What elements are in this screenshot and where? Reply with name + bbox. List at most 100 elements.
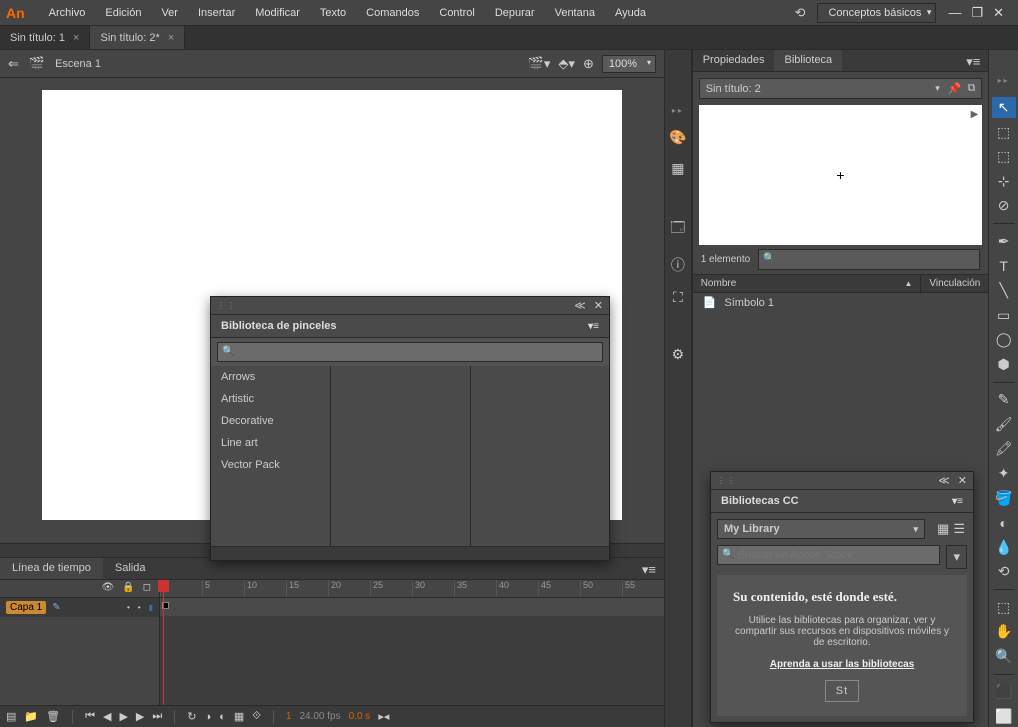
close-icon[interactable]: ✕: [993, 5, 1004, 21]
cc-library-selector[interactable]: My Library ▾: [717, 519, 925, 539]
last-frame-icon[interactable]: ⏭: [152, 710, 162, 723]
document-tab-1[interactable]: Sin título: 1 ×: [0, 26, 90, 49]
transform-icon[interactable]: ⛶: [673, 289, 683, 306]
components-icon[interactable]: ⚙: [672, 346, 685, 363]
menu-edicion[interactable]: Edición: [95, 3, 151, 23]
brush-cat-decorative[interactable]: Decorative: [211, 410, 330, 432]
collapse-icon[interactable]: ≪: [938, 474, 950, 487]
clapperboard-icon[interactable]: 🎬: [29, 56, 45, 72]
ink-bottle-tool[interactable]: ◐: [992, 512, 1016, 533]
column-name[interactable]: Nombre▲: [693, 275, 922, 292]
brush-tool[interactable]: 🖌: [992, 414, 1016, 435]
polystar-tool[interactable]: ⬢: [992, 354, 1016, 375]
pin-icon[interactable]: 📌: [948, 82, 962, 95]
collapse-icon[interactable]: ≪: [574, 299, 586, 312]
prev-frame-icon[interactable]: ◀: [103, 710, 111, 723]
delete-layer-icon[interactable]: 🗑: [46, 710, 60, 723]
zoom-tool[interactable]: 🔍: [992, 646, 1016, 667]
info-icon[interactable]: ⓘ: [671, 255, 685, 275]
panel-menu-icon[interactable]: ▾≡: [952, 496, 963, 507]
text-tool[interactable]: T: [992, 256, 1016, 277]
new-folder-icon[interactable]: 📁: [24, 710, 38, 723]
sync-icon[interactable]: ⟲: [795, 5, 806, 21]
layer-frames[interactable]: [160, 598, 664, 616]
free-transform-tool[interactable]: ⬚: [992, 146, 1016, 167]
stroke-color[interactable]: ⬛: [992, 682, 1016, 703]
fit-icon[interactable]: ⊕: [583, 56, 594, 72]
panel-menu-icon[interactable]: ▾≡: [634, 558, 664, 579]
next-frame-icon[interactable]: ▶: [136, 710, 144, 723]
swatches-icon[interactable]: 🎨: [669, 129, 686, 146]
eraser-tool[interactable]: ⟲: [992, 562, 1016, 583]
lock-icon[interactable]: 🔒: [122, 582, 134, 595]
edit-scene-icon[interactable]: 🎬▾: [528, 56, 551, 72]
center-frame-icon[interactable]: ▸◂: [378, 710, 389, 723]
new-lib-icon[interactable]: ⧉: [967, 82, 975, 95]
menu-comandos[interactable]: Comandos: [356, 3, 429, 23]
menu-archivo[interactable]: Archivo: [39, 3, 96, 23]
timeline-ruler[interactable]: 1 5 10 15 20 25 30 35 40 45 50 55: [160, 580, 664, 598]
onion-outline-icon[interactable]: ◐: [219, 711, 226, 723]
library-doc-selector[interactable]: Sin título: 2 ▾ 📌 ⧉: [699, 78, 983, 99]
preview-play-icon[interactable]: ▶: [971, 109, 979, 120]
layer-vis-dot[interactable]: •: [127, 603, 130, 612]
oval-tool[interactable]: ◯: [992, 329, 1016, 350]
dock-grip[interactable]: ▸▸: [672, 106, 684, 115]
align-icon[interactable]: ▦: [671, 160, 684, 177]
loop-icon[interactable]: ↻: [187, 710, 196, 723]
stock-search-input[interactable]: [717, 545, 940, 565]
layer-outline-box[interactable]: ▮: [149, 603, 153, 612]
list-view-icon[interactable]: ☰: [953, 521, 965, 537]
panel-menu-icon[interactable]: ▾≡: [958, 50, 988, 71]
minimize-icon[interactable]: —: [948, 5, 961, 21]
pencil-tool[interactable]: ✎: [992, 389, 1016, 410]
zoom-selector[interactable]: 100%: [602, 55, 656, 73]
brush-cat-artistic[interactable]: Artistic: [211, 388, 330, 410]
search-options-icon[interactable]: ▾: [946, 545, 967, 569]
tools-grip[interactable]: ▸▸: [998, 76, 1010, 93]
tab-properties[interactable]: Propiedades: [693, 50, 775, 71]
width-tool[interactable]: ⬚: [992, 597, 1016, 618]
layer-row[interactable]: Capa 1 ✎ • • ▮: [0, 598, 159, 617]
pen-tool[interactable]: ✒: [992, 231, 1016, 252]
symbol-icon[interactable]: ⬘▾: [558, 56, 575, 72]
close-icon[interactable]: ✕: [958, 474, 967, 487]
new-layer-icon[interactable]: ▤: [6, 710, 16, 723]
brush-cat-lineart[interactable]: Line art: [211, 432, 330, 454]
workspace-selector[interactable]: Conceptos básicos: [817, 3, 936, 23]
menu-ayuda[interactable]: Ayuda: [605, 3, 656, 23]
playhead[interactable]: [163, 580, 164, 705]
rectangle-tool[interactable]: ▭: [992, 305, 1016, 326]
bone-tool[interactable]: ✦: [992, 463, 1016, 484]
brush-cat-vectorpack[interactable]: Vector Pack: [211, 454, 330, 476]
paint-bucket-tool[interactable]: 🪣: [992, 488, 1016, 509]
tab-timeline[interactable]: Línea de tiempo: [0, 558, 103, 579]
visibility-icon[interactable]: 👁: [102, 582, 115, 595]
menu-depurar[interactable]: Depurar: [485, 3, 545, 23]
tab-library[interactable]: Biblioteca: [774, 50, 842, 71]
tab-close-icon[interactable]: ×: [168, 32, 174, 44]
column-link[interactable]: Vinculación: [921, 275, 988, 292]
line-tool[interactable]: ╲: [992, 280, 1016, 301]
color-icon[interactable]: 🗔: [670, 217, 685, 241]
panel-resize-grip[interactable]: [211, 546, 609, 560]
close-icon[interactable]: ✕: [594, 299, 603, 312]
brush-search-input[interactable]: [217, 342, 603, 362]
frames-area[interactable]: 1 5 10 15 20 25 30 35 40 45 50 55: [160, 580, 664, 705]
lasso-tool[interactable]: ⊘: [992, 196, 1016, 217]
paint-brush-tool[interactable]: 🖍: [992, 439, 1016, 460]
layer-lock-dot[interactable]: •: [138, 603, 141, 612]
panel-grip[interactable]: ⋮⋮: [217, 301, 237, 310]
first-frame-icon[interactable]: ⏮: [85, 710, 95, 723]
eyedropper-tool[interactable]: 💧: [992, 537, 1016, 558]
menu-modificar[interactable]: Modificar: [245, 3, 310, 23]
selection-tool[interactable]: ↖: [992, 97, 1016, 118]
menu-texto[interactable]: Texto: [310, 3, 356, 23]
library-item[interactable]: 📄 Símbolo 1: [693, 293, 989, 312]
menu-control[interactable]: Control: [429, 3, 484, 23]
3d-rotation-tool[interactable]: ⊹: [992, 171, 1016, 192]
library-search-input[interactable]: [758, 249, 980, 270]
menu-ver[interactable]: Ver: [151, 3, 188, 23]
edit-multi-icon[interactable]: ▦: [234, 710, 244, 723]
adobe-stock-icon[interactable]: St: [825, 680, 859, 702]
